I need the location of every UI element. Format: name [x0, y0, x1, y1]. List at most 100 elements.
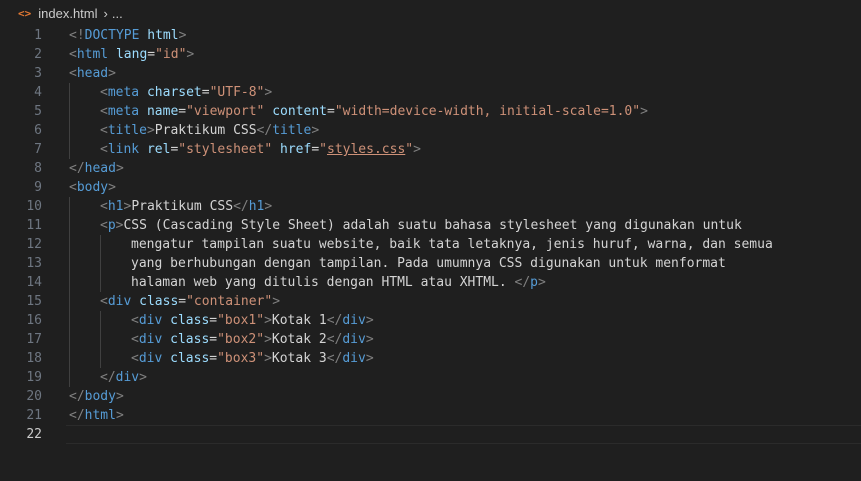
code-token-tag: div: [342, 332, 366, 347]
breadcrumb-ellipsis[interactable]: ...: [112, 6, 123, 21]
code-line[interactable]: 20 </body>: [0, 387, 861, 406]
code-token-punct: >: [264, 313, 272, 328]
indent-guide: [69, 197, 70, 216]
code-line[interactable]: 4 <meta charset="UTF-8">: [0, 83, 861, 102]
line-number: 15: [26, 294, 42, 309]
code-token-punct: >: [264, 332, 272, 347]
code-token-tag: div: [342, 313, 366, 328]
code-line[interactable]: 7 <link rel="stylesheet" href="styles.css…: [0, 140, 861, 159]
code-token-tag: div: [115, 370, 140, 385]
breadcrumb: <> index.html › ...: [0, 0, 861, 26]
code-token-punct: >: [311, 123, 320, 138]
code-text: <div class="container">: [100, 292, 280, 311]
code-token-punct: <!: [69, 28, 85, 43]
code-token-punct: </: [326, 351, 343, 366]
code-token-text: =: [209, 351, 218, 366]
code-token-punct: >: [139, 370, 147, 385]
code-token-punct: >: [186, 47, 195, 62]
code-line[interactable]: 6 <title>Praktikum CSS</title>: [0, 121, 861, 140]
indent-guide: [69, 140, 70, 159]
code-line[interactable]: 3 <head>: [0, 64, 861, 83]
code-text: </body>: [69, 387, 124, 406]
code-token-punct: <: [69, 47, 77, 62]
code-token-punct: </: [326, 313, 343, 328]
code-token-punct: >: [264, 199, 273, 214]
code-line[interactable]: 22: [0, 425, 861, 444]
indent-guide: [100, 273, 101, 292]
code-line[interactable]: 5 <meta name="viewport" content="width=de…: [0, 102, 861, 121]
code-token-text: CSS (Cascading Style Sheet) adalah suatu…: [123, 218, 742, 233]
code-token-str: ": [319, 142, 327, 157]
code-text: yang berhubungan dengan tampilan. Pada u…: [131, 254, 726, 273]
code-token-text: =: [201, 85, 210, 100]
code-token-punct: >: [264, 351, 272, 366]
code-line[interactable]: 19 </div>: [0, 368, 861, 387]
chevron-right-icon: ›: [103, 5, 108, 21]
line-number: 6: [34, 123, 42, 138]
breadcrumb-filename[interactable]: index.html: [38, 6, 97, 21]
code-token-tag: div: [138, 351, 163, 366]
code-token-punct: <: [100, 218, 108, 233]
code-token-tag: body: [84, 389, 116, 404]
line-number: 16: [26, 313, 42, 328]
code-line[interactable]: 10 <h1>Praktikum CSS</h1>: [0, 197, 861, 216]
line-number: 21: [26, 408, 42, 423]
line-number: 8: [34, 161, 42, 176]
code-token-punct: <: [69, 66, 77, 81]
line-number: 14: [26, 275, 42, 290]
code-token-punct: >: [272, 294, 281, 309]
code-token-punct: >: [413, 142, 421, 157]
line-number: 17: [26, 332, 42, 347]
code-token-attr: name: [146, 104, 179, 119]
code-token-punct: </: [514, 275, 531, 290]
code-token-text: =: [209, 313, 218, 328]
code-line[interactable]: 18 <div class="box3">Kotak 3</div>: [0, 349, 861, 368]
code-token-text: =: [209, 332, 218, 347]
code-token-tag: p: [107, 218, 116, 233]
indent-guide: [69, 368, 70, 387]
code-line[interactable]: 17 <div class="box2">Kotak 2</div>: [0, 330, 861, 349]
html-file-icon: <>: [18, 6, 32, 20]
indent-guide: [69, 292, 70, 311]
indent-guide: [100, 349, 101, 368]
code-text: <!DOCTYPE html>: [69, 26, 186, 45]
code-token-punct: <: [100, 104, 108, 119]
line-number: 10: [26, 199, 42, 214]
code-line[interactable]: 21 </html>: [0, 406, 861, 425]
code-line[interactable]: 2 <html lang="id">: [0, 45, 861, 64]
code-token-attr: href: [280, 142, 312, 157]
code-line[interactable]: 16 <div class="box1">Kotak 1</div>: [0, 311, 861, 330]
code-token-str: "box2": [217, 332, 265, 347]
code-token-attr: html: [147, 28, 179, 43]
code-token-punct: >: [178, 28, 187, 43]
code-token-tag: meta: [107, 85, 140, 100]
code-token-punct: <: [131, 351, 139, 366]
code-line[interactable]: 14 halaman web yang ditulis dengan HTML a…: [0, 273, 861, 292]
code-text: <body>: [69, 178, 116, 197]
code-token-str: ": [405, 142, 414, 157]
code-line[interactable]: 1 <!DOCTYPE html>: [0, 26, 861, 45]
code-token-punct: >: [640, 104, 648, 119]
code-line[interactable]: 12 mengatur tampilan suatu website, baik …: [0, 235, 861, 254]
code-token-link[interactable]: styles.css: [327, 142, 405, 157]
line-number: 5: [34, 104, 42, 119]
line-number: 13: [26, 256, 42, 271]
code-token-tag: h1: [248, 199, 265, 214]
indent-guide: [100, 330, 101, 349]
code-line[interactable]: 15 <div class="container">: [0, 292, 861, 311]
code-line[interactable]: 13 yang berhubungan dengan tampilan. Pada…: [0, 254, 861, 273]
code-token-attr: rel: [146, 142, 171, 157]
code-token-tag: div: [138, 313, 163, 328]
code-line[interactable]: 9 <body>: [0, 178, 861, 197]
code-token-text: Praktikum CSS: [131, 199, 234, 214]
code-token-tag: meta: [107, 104, 140, 119]
code-editor[interactable]: 1 <!DOCTYPE html> 2 <html lang="id"> 3 <head>…: [0, 26, 861, 481]
code-token-tag: html: [84, 408, 116, 423]
code-token-str: "box3": [217, 351, 265, 366]
code-token-text: Kotak 1: [271, 313, 327, 328]
code-line[interactable]: 8 </head>: [0, 159, 861, 178]
code-line[interactable]: 11 <p>CSS (Cascading Style Sheet) adalah …: [0, 216, 861, 235]
